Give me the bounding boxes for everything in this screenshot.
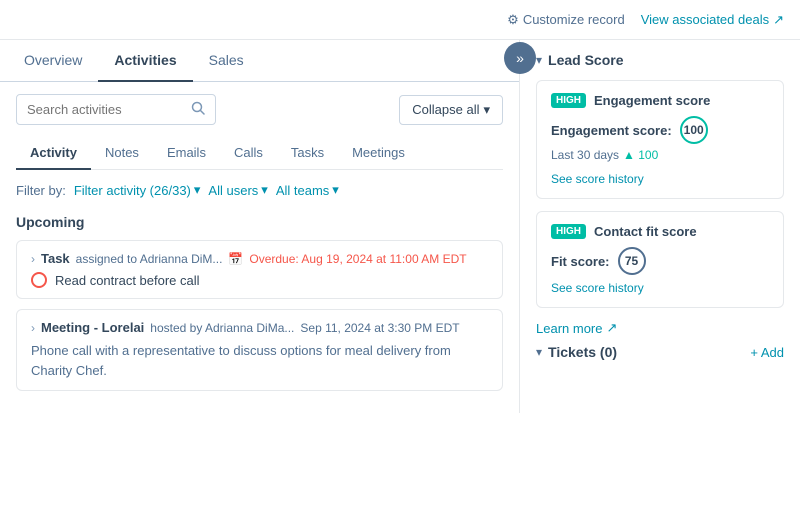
tickets-section-header: ▾ Tickets (0) + Add (536, 344, 784, 360)
fit-card-title: Contact fit score (594, 224, 697, 239)
filter-activity-button[interactable]: Filter activity (26/33) ▾ (74, 182, 201, 198)
task-circle-icon[interactable] (31, 272, 47, 288)
fit-high-badge: HIGH (551, 224, 586, 239)
overdue-badge: Overdue: Aug 19, 2024 at 11:00 AM EDT (249, 252, 466, 266)
sub-tab-notes[interactable]: Notes (91, 137, 153, 170)
engagement-score-value: 100 (680, 116, 708, 144)
right-panel: ▾ Lead Score HIGH Engagement score Engag… (520, 40, 800, 413)
sub-tab-emails[interactable]: Emails (153, 137, 220, 170)
view-associated-deals-link[interactable]: View associated deals ↗ (641, 12, 784, 28)
search-input[interactable] (27, 102, 185, 117)
view-deals-label: View associated deals (641, 12, 769, 27)
learn-more-link[interactable]: Learn more ↗ (536, 320, 784, 336)
task-type-label: Task (41, 251, 70, 266)
calendar-icon: 📅 (228, 252, 243, 266)
engagement-card-title: Engagement score (594, 93, 710, 108)
sub-tab-meetings[interactable]: Meetings (338, 137, 419, 170)
customize-record-btn[interactable]: ⚙ Customize record (507, 12, 625, 28)
chevron-down-icon: ▾ (483, 102, 490, 118)
meeting-card-header: › Meeting - Lorelai hosted by Adrianna D… (31, 320, 488, 335)
sub-tab-activity[interactable]: Activity (16, 137, 91, 170)
all-users-filter[interactable]: All users ▾ (208, 182, 267, 198)
filter-chevron-icon: ▾ (194, 182, 201, 198)
collapse-label: Collapse all (412, 102, 479, 117)
tickets-title: Tickets (0) (548, 344, 617, 360)
left-panel: Overview Activities Sales (0, 40, 520, 413)
lead-score-title: Lead Score (548, 52, 623, 68)
fit-score-value: 75 (618, 247, 646, 275)
external-link-icon: ↗ (773, 12, 784, 28)
lead-score-section-header[interactable]: ▾ Lead Score (536, 52, 784, 68)
meeting-activity-card: › Meeting - Lorelai hosted by Adrianna D… (16, 309, 503, 391)
trend-up-icon: ▲ 100 (623, 148, 658, 162)
tab-overview[interactable]: Overview (8, 40, 98, 82)
fit-score-row: Fit score: 75 (551, 247, 769, 275)
search-box[interactable] (16, 94, 216, 125)
engagement-card-header: HIGH Engagement score (551, 93, 769, 108)
engagement-score-card: HIGH Engagement score Engagement score: … (536, 80, 784, 199)
upcoming-title: Upcoming (16, 214, 503, 230)
task-card-header: › Task assigned to Adrianna DiM... 📅 Ove… (31, 251, 488, 266)
lead-score-chevron-icon: ▾ (536, 53, 542, 67)
add-ticket-button[interactable]: + Add (750, 345, 784, 360)
meeting-type-label: Meeting - Lorelai (41, 320, 144, 335)
task-assignee: assigned to Adrianna DiM... (76, 252, 223, 266)
contact-fit-score-card: HIGH Contact fit score Fit score: 75 See… (536, 211, 784, 308)
tickets-collapse-btn[interactable]: ▾ Tickets (0) (536, 344, 617, 360)
learn-more-external-icon: ↗ (606, 320, 617, 336)
tab-sales[interactable]: Sales (193, 40, 260, 82)
filter-by-label: Filter by: (16, 183, 66, 198)
task-expand-icon[interactable]: › (31, 252, 35, 266)
customize-label: Customize record (523, 12, 625, 27)
engagement-score-label: Engagement score: (551, 123, 672, 138)
fit-score-label: Fit score: (551, 254, 610, 269)
filter-row: Filter by: Filter activity (26/33) ▾ All… (16, 182, 503, 198)
activities-content: Collapse all ▾ Activity Notes Emails (0, 82, 519, 413)
gear-icon: ⚙ (507, 12, 519, 28)
meeting-host: hosted by Adrianna DiMa... (150, 321, 294, 335)
engagement-score-row: Engagement score: 100 (551, 116, 769, 144)
sub-tab-tasks[interactable]: Tasks (277, 137, 338, 170)
sub-tabs: Activity Notes Emails Calls Tasks (16, 137, 503, 170)
fit-history-link[interactable]: See score history (551, 281, 644, 295)
engagement-history-link[interactable]: See score history (551, 172, 644, 186)
task-activity-card: › Task assigned to Adrianna DiM... 📅 Ove… (16, 240, 503, 299)
tickets-chevron-icon: ▾ (536, 345, 542, 359)
main-tabs: Overview Activities Sales (0, 40, 519, 82)
teams-chevron-icon: ▾ (332, 182, 339, 198)
task-row: Read contract before call (31, 272, 488, 288)
tab-activities[interactable]: Activities (98, 40, 192, 82)
all-teams-filter[interactable]: All teams ▾ (276, 182, 339, 198)
engagement-high-badge: HIGH (551, 93, 586, 108)
search-collapse-row: Collapse all ▾ (16, 94, 503, 125)
search-icon (191, 101, 205, 118)
meeting-description: Phone call with a representative to disc… (31, 341, 488, 380)
sub-tab-calls[interactable]: Calls (220, 137, 277, 170)
main-layout: Overview Activities Sales (0, 40, 800, 413)
expand-icon: » (516, 50, 524, 66)
fit-card-header: HIGH Contact fit score (551, 224, 769, 239)
task-text: Read contract before call (55, 273, 200, 288)
users-chevron-icon: ▾ (261, 182, 268, 198)
expand-panel-button[interactable]: » (504, 42, 536, 74)
top-bar: ⚙ Customize record View associated deals… (0, 0, 800, 40)
collapse-all-button[interactable]: Collapse all ▾ (399, 95, 503, 125)
meeting-date: Sep 11, 2024 at 3:30 PM EDT (300, 321, 459, 335)
meeting-expand-icon[interactable]: › (31, 321, 35, 335)
engagement-sub-text: Last 30 days ▲ 100 (551, 148, 769, 162)
